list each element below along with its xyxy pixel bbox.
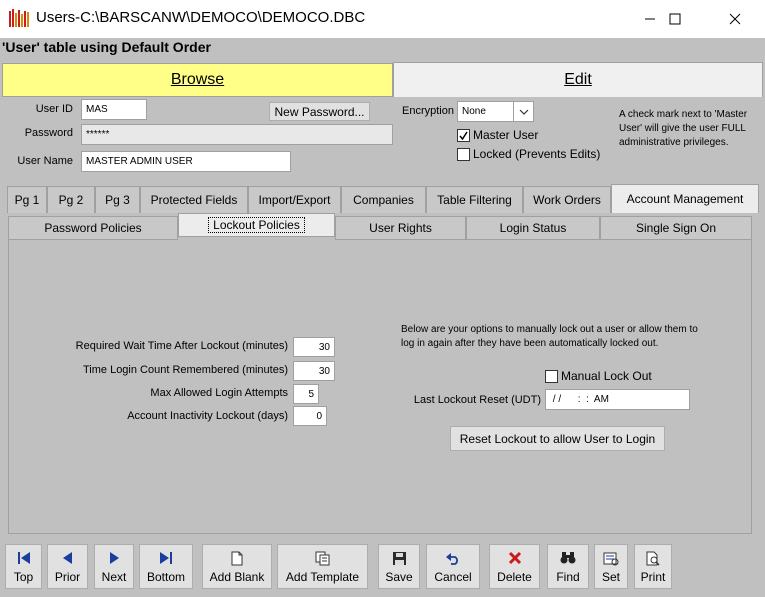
close-icon: [729, 13, 741, 25]
inactivity-label: Account Inactivity Lockout (days): [127, 410, 288, 422]
tab-lockout-policies-label: Lockout Policies: [208, 217, 305, 233]
tab-account-management[interactable]: Account Management: [611, 184, 759, 213]
app-logo-icon: [9, 9, 31, 29]
tab-password-policies[interactable]: Password Policies: [8, 216, 178, 240]
prior-label: Prior: [54, 570, 81, 584]
wait-time-label: Required Wait Time After Lockout (minute…: [75, 340, 288, 352]
tab-single-sign-on[interactable]: Single Sign On: [600, 216, 752, 240]
delete-x-icon: [508, 549, 522, 567]
password-field[interactable]: ******: [81, 124, 393, 145]
top-button[interactable]: Top: [5, 544, 42, 589]
prior-record-icon: [62, 549, 74, 567]
tab-password-policies-label: Password Policies: [44, 221, 142, 235]
bottom-label: Bottom: [146, 570, 185, 584]
maximize-icon: [669, 13, 681, 25]
tab-user-rights-label: User Rights: [369, 221, 432, 235]
user-name-field[interactable]: MASTER ADMIN USER: [81, 151, 291, 172]
window-title: Users-C:\BARSCANW\DEMOCO\DEMOCO.DBC: [36, 9, 366, 26]
table-heading: 'User' table using Default Order: [2, 39, 211, 55]
last-reset-label: Last Lockout Reset (UDT): [413, 394, 541, 406]
count-remembered-field[interactable]: 30: [293, 361, 335, 381]
password-label: Password: [24, 127, 73, 139]
manual-lockout-checkbox[interactable]: Manual Lock Out: [545, 369, 652, 383]
next-label: Next: [101, 570, 127, 584]
count-remembered-label: Time Login Count Remembered (minutes): [82, 364, 288, 376]
user-id-label: User ID: [35, 103, 73, 115]
master-user-checkbox[interactable]: Master User: [457, 128, 538, 142]
locked-check[interactable]: [457, 147, 470, 161]
delete-label: Delete: [497, 570, 532, 584]
set-label: Set: [601, 570, 620, 584]
print-button[interactable]: Print: [634, 544, 672, 589]
binoculars-icon: [560, 549, 576, 567]
add-template-label: Add Template: [285, 570, 360, 584]
tab-pg3[interactable]: Pg 3: [95, 186, 140, 213]
save-label: Save: [385, 570, 413, 584]
manual-lockout-label: Manual Lock Out: [561, 369, 652, 383]
filter-set-icon: [603, 549, 619, 567]
close-button[interactable]: [712, 0, 758, 38]
user-name-label: User Name: [17, 155, 73, 167]
locked-label: Locked (Prevents Edits): [473, 147, 601, 161]
manual-lockout-check[interactable]: [545, 369, 558, 383]
tab-login-status[interactable]: Login Status: [466, 216, 600, 240]
tab-import-export[interactable]: Import/Export: [248, 186, 341, 213]
last-record-icon: [159, 549, 173, 567]
locked-checkbox[interactable]: Locked (Prevents Edits): [457, 147, 600, 161]
tab-pg1[interactable]: Pg 1: [7, 186, 47, 213]
next-record-icon: [108, 549, 120, 567]
tab-companies[interactable]: Companies: [341, 186, 426, 213]
maximize-button[interactable]: [652, 0, 698, 38]
next-button[interactable]: Next: [94, 544, 134, 589]
print-preview-icon: [646, 549, 661, 567]
wait-time-field[interactable]: 30: [293, 337, 335, 357]
max-attempts-label: Max Allowed Login Attempts: [150, 387, 288, 399]
tab-login-status-label: Login Status: [499, 221, 567, 235]
blank-page-icon: [231, 549, 243, 567]
cancel-label: Cancel: [434, 570, 472, 584]
cancel-button[interactable]: Cancel: [426, 544, 480, 589]
add-template-button[interactable]: Add Template: [277, 544, 368, 589]
chevron-down-icon[interactable]: [513, 102, 533, 121]
tab-lockout-policies[interactable]: Lockout Policies: [178, 213, 335, 237]
tab-protected-fields[interactable]: Protected Fields: [140, 186, 248, 213]
encryption-value: None: [462, 106, 486, 117]
save-button[interactable]: Save: [378, 544, 420, 589]
delete-button[interactable]: Delete: [489, 544, 540, 589]
encryption-label: Encryption: [402, 105, 454, 117]
tab-single-sign-on-label: Single Sign On: [635, 221, 717, 235]
find-label: Find: [556, 570, 580, 584]
max-attempts-field[interactable]: 5: [293, 384, 319, 404]
print-label: Print: [640, 570, 666, 584]
user-id-field[interactable]: MAS: [81, 99, 147, 120]
add-blank-button[interactable]: Add Blank: [202, 544, 272, 589]
undo-icon: [445, 549, 461, 567]
master-user-note: A check mark next to 'Master User' will …: [619, 109, 748, 148]
set-button[interactable]: Set: [594, 544, 628, 589]
inactivity-field[interactable]: 0: [293, 406, 327, 426]
edit-tab[interactable]: Edit: [393, 62, 763, 97]
bottom-button[interactable]: Bottom: [139, 544, 193, 589]
first-record-icon: [17, 549, 31, 567]
master-user-check[interactable]: [457, 128, 470, 142]
template-icon: [315, 549, 331, 567]
add-blank-label: Add Blank: [209, 570, 265, 584]
master-user-label: Master User: [473, 128, 539, 142]
tab-pg2[interactable]: Pg 2: [47, 186, 95, 213]
last-reset-field[interactable]: / / : : AM: [545, 389, 690, 410]
prior-button[interactable]: Prior: [47, 544, 88, 589]
encryption-select[interactable]: None: [457, 101, 534, 122]
tab-work-orders[interactable]: Work Orders: [523, 186, 611, 213]
browse-tab[interactable]: Browse: [2, 63, 393, 97]
top-label: Top: [13, 570, 34, 584]
tab-table-filtering[interactable]: Table Filtering: [426, 186, 523, 213]
check-icon: [459, 131, 468, 140]
floppy-disk-icon: [392, 549, 407, 567]
reset-lockout-button[interactable]: Reset Lockout to allow User to Login: [450, 426, 665, 451]
manual-lockout-note: Below are your options to manually lock …: [401, 324, 698, 349]
find-button[interactable]: Find: [547, 544, 589, 589]
new-password-button[interactable]: New Password...: [269, 102, 370, 121]
tab-user-rights[interactable]: User Rights: [335, 216, 466, 240]
